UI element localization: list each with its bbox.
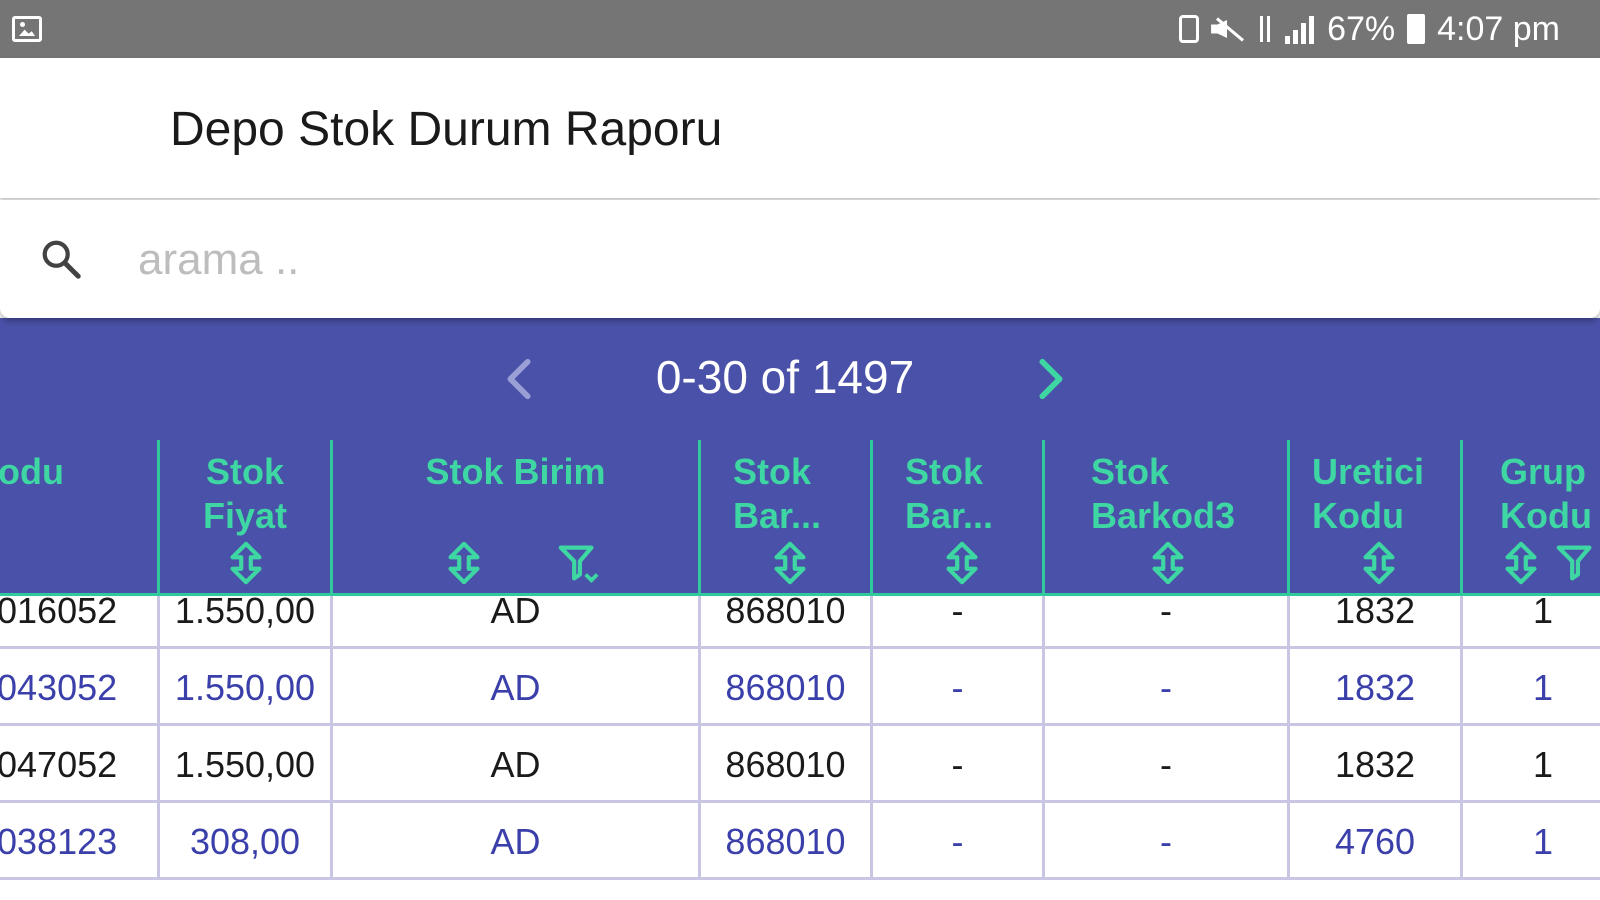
chevron-right-icon[interactable]: [1030, 356, 1070, 402]
cell-stok-barkod1: 868010: [698, 803, 870, 880]
data-icon: [1257, 14, 1273, 44]
sort-icon[interactable]: [1356, 540, 1402, 586]
sort-icon[interactable]: [939, 540, 985, 586]
cell-stok-barkod2: -: [870, 649, 1042, 726]
cell-stok-barkod1: 868010: [698, 726, 870, 803]
cell-stok-barkod2: -: [870, 726, 1042, 803]
search-input[interactable]: [138, 230, 1538, 290]
status-bar: 67% 4:07 pm: [0, 0, 1600, 58]
cell-stok-birim: AD: [330, 649, 698, 726]
column-header-stok-fiyat[interactable]: Stok Fiyat: [157, 440, 330, 596]
gallery-icon: [12, 16, 42, 42]
chevron-left-icon[interactable]: [500, 356, 540, 402]
column-header-kodu[interactable]: odu: [0, 440, 157, 596]
cell-stok-barkod1: 868010: [698, 649, 870, 726]
cell-uretici-kodu: 1832: [1287, 726, 1460, 803]
cell-uretici-kodu: 1832: [1287, 649, 1460, 726]
column-label: Stok Bar...: [733, 451, 822, 536]
column-label: Stok Bar...: [905, 451, 994, 536]
cell-kodu: 038123: [0, 821, 118, 862]
column-label: Stok Fiyat: [202, 451, 288, 536]
cell-stok-birim: AD: [330, 803, 698, 880]
column-label: Stok Barkod3: [1091, 451, 1236, 536]
lock-icon: [1179, 15, 1200, 43]
cell-kodu: 047052: [0, 744, 118, 785]
sort-icon[interactable]: [767, 540, 813, 586]
column-label: Uretici Kodu: [1312, 451, 1425, 536]
column-header-grup-kodu[interactable]: Grup Kodu: [1460, 440, 1600, 596]
filter-icon[interactable]: [555, 540, 601, 586]
table-row[interactable]: 038123 308,00 AD 868010 - - 4760 1: [0, 803, 1600, 880]
pagination-bar: 0-30 of 1497: [0, 318, 1600, 440]
cell-kodu: 043052: [0, 667, 118, 708]
filter-icon[interactable]: [1553, 540, 1599, 586]
column-header-stok-barkod2[interactable]: Stok Bar...: [870, 440, 1042, 596]
page-title: Depo Stok Durum Raporu: [170, 103, 723, 156]
battery-percent: 67%: [1327, 9, 1396, 48]
column-label: odu: [0, 451, 64, 492]
column-header-stok-barkod1[interactable]: Stok Bar...: [698, 440, 870, 596]
search-icon[interactable]: [38, 236, 84, 282]
cell-grup-kodu: 1: [1460, 803, 1600, 880]
sort-icon[interactable]: [441, 540, 487, 586]
cell-stok-barkod2: -: [870, 803, 1042, 880]
table-row[interactable]: 047052 1.550,00 AD 868010 - - 1832 1: [0, 726, 1600, 803]
sort-icon[interactable]: [1145, 540, 1191, 586]
sort-icon[interactable]: [223, 540, 269, 586]
search-bar: [0, 200, 1600, 318]
cell-stok-barkod3: -: [1042, 649, 1287, 726]
clock: 4:07 pm: [1437, 9, 1560, 48]
cell-stok-fiyat: 308,00: [157, 803, 330, 880]
table-row[interactable]: 043052 1.550,00 AD 868010 - - 1832 1: [0, 649, 1600, 726]
status-icons: 67% 4:07 pm: [1179, 8, 1560, 50]
column-label: Grup Kodu: [1500, 451, 1592, 536]
signal-icon: [1285, 14, 1315, 44]
column-header-stok-birim[interactable]: Stok Birim: [330, 440, 698, 596]
stock-table: odu Stok Fiyat Stok Birim Stok Bar... St…: [0, 440, 1600, 900]
column-label: Stok Birim: [425, 451, 606, 492]
cell-stok-fiyat: 1.550,00: [157, 649, 330, 726]
mute-icon: [1211, 14, 1245, 44]
app-bar: Depo Stok Durum Raporu: [0, 58, 1600, 198]
cell-stok-barkod3: -: [1042, 803, 1287, 880]
cell-grup-kodu: 1: [1460, 649, 1600, 726]
sort-icon[interactable]: [1498, 540, 1544, 586]
pagination-range: 0-30 of 1497: [655, 351, 915, 403]
battery-icon: [1407, 14, 1426, 44]
table-header: odu Stok Fiyat Stok Birim Stok Bar... St…: [0, 440, 1600, 596]
cell-uretici-kodu: 4760: [1287, 803, 1460, 880]
cell-stok-birim: AD: [330, 726, 698, 803]
cell-stok-barkod3: -: [1042, 726, 1287, 803]
cell-stok-fiyat: 1.550,00: [157, 726, 330, 803]
column-header-uretici-kodu[interactable]: Uretici Kodu: [1287, 440, 1460, 596]
cell-grup-kodu: 1: [1460, 726, 1600, 803]
column-header-stok-barkod3[interactable]: Stok Barkod3: [1042, 440, 1287, 596]
